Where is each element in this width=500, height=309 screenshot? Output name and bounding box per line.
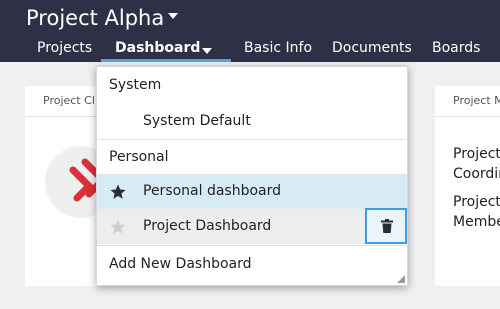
trash-icon (381, 219, 393, 233)
card-title: Project Cl (43, 94, 95, 107)
section-header-system: System (109, 77, 162, 93)
menu-item-label: Personal dashboard (143, 183, 282, 199)
menu-item-label: Project Dashboard (143, 218, 272, 234)
nav-dashboard-label: Dashboard (115, 40, 201, 56)
card-divider (435, 116, 500, 117)
app-header: Project Alpha Projects Dashboard Basic I… (0, 0, 500, 62)
nav-projects[interactable]: Projects (37, 37, 92, 59)
project-title: Project Alpha (26, 6, 165, 30)
star-filled-icon[interactable] (109, 183, 127, 201)
divider (97, 139, 407, 140)
nav-dashboard[interactable]: Dashboard (115, 37, 200, 59)
menu-item-label: System Default (143, 113, 251, 129)
card-text: Membe (453, 214, 500, 230)
nav-documents[interactable]: Documents (332, 37, 412, 59)
menu-item-add-new-dashboard[interactable]: Add New Dashboard (97, 247, 407, 282)
project-card-right: Project M Project Coordin Project Membe (435, 86, 500, 286)
menu-item-system-default[interactable]: System Default (97, 104, 407, 139)
menu-item-label: Add New Dashboard (109, 256, 252, 272)
caret-down-icon[interactable] (202, 48, 212, 54)
card-title: Project M (453, 94, 500, 107)
caret-down-icon (168, 13, 179, 19)
nav-boards[interactable]: Boards (432, 37, 480, 59)
card-text: Project (453, 194, 500, 210)
delete-dashboard-button[interactable] (365, 208, 407, 244)
menu-item-personal-dashboard[interactable]: Personal dashboard (97, 174, 407, 209)
section-header-personal: Personal (109, 149, 169, 165)
card-text: Coordin (453, 166, 500, 182)
card-text: Project (453, 146, 500, 162)
resize-grip-icon[interactable] (397, 275, 405, 283)
divider (97, 245, 407, 246)
project-title-menu[interactable]: Project Alpha (26, 3, 179, 33)
star-outline-icon[interactable] (109, 218, 127, 236)
active-tab-indicator (101, 59, 231, 62)
dashboard-dropdown: System System Default Personal Personal … (96, 66, 408, 286)
menu-item-project-dashboard[interactable]: Project Dashboard (97, 208, 407, 244)
nav-basic-info[interactable]: Basic Info (244, 37, 312, 59)
